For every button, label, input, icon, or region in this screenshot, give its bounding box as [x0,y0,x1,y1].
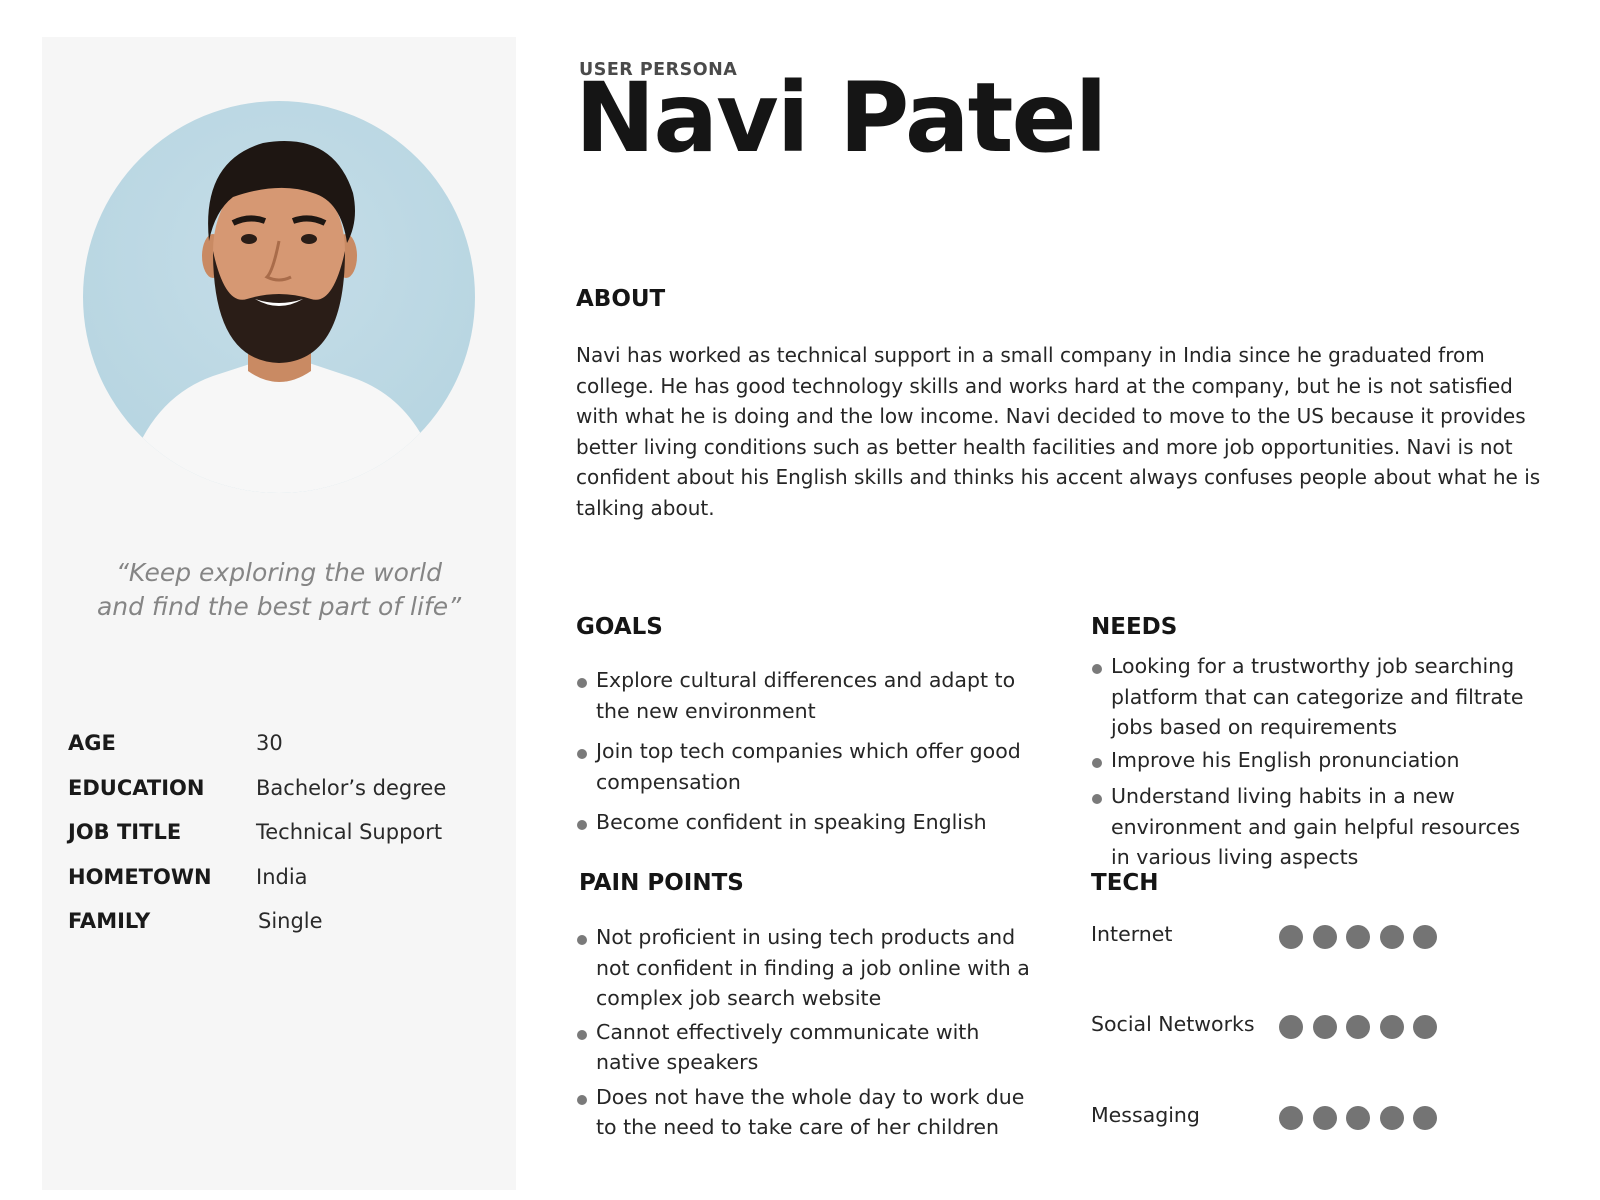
person-portrait-icon [123,141,443,493]
fact-value: 30 [256,731,283,755]
list-item: Understand living habits in a new enviro… [1091,781,1541,873]
rating-dot [1279,1106,1303,1130]
persona-facts: AGE 30 EDUCATION Bachelor’s degree JOB T… [68,731,498,954]
persona-page: “Keep exploring the world and find the b… [0,0,1600,1200]
tech-label: Social Networks [1091,1012,1255,1036]
tech-label: Messaging [1091,1103,1200,1127]
list-item: Explore cultural differences and adapt t… [576,665,1036,726]
list-item: Join top tech companies which offer good… [576,736,1036,797]
rating-dot [1413,1106,1437,1130]
persona-quote: “Keep exploring the world and find the b… [96,558,462,621]
rating-dot [1379,1106,1404,1130]
rating-dot [1279,925,1303,949]
fact-hometown: HOMETOWN India [68,865,498,910]
fact-age: AGE 30 [68,731,498,776]
list-item: Cannot effectively communicate with nati… [576,1017,1038,1078]
about-text: Navi has worked as technical support in … [576,343,1541,520]
pain-points-title: PAIN POINTS [579,870,744,896]
fact-job-title: JOB TITLE Technical Support [68,820,498,865]
rating-dot [1279,1015,1303,1039]
fact-value: India [256,864,308,889]
goals-list: Explore cultural differences and adapt t… [576,665,1036,838]
pain-points-list: Not proficient in using tech products an… [576,922,1038,1143]
tech-title: TECH [1091,870,1159,896]
rating-dot [1312,925,1337,949]
persona-sidebar: “Keep exploring the world and find the b… [42,37,516,1190]
tech-label: Internet [1091,922,1173,946]
list-item: Improve his English pronunciation [1091,745,1541,776]
list-item: Does not have the whole day to work due … [576,1082,1038,1143]
fact-label: HOMETOWN [68,864,212,889]
needs-list: Looking for a trustworthy job searching … [1091,651,1541,873]
rating-dot [1379,1015,1404,1039]
fact-education: EDUCATION Bachelor’s degree [68,776,498,821]
goals-title: GOALS [576,614,663,640]
rating-dot [1346,1106,1370,1130]
rating-dot [1413,925,1437,949]
tech-rating [1279,1106,1447,1130]
needs-title: NEEDS [1091,614,1178,640]
rating-dot [1346,925,1370,949]
fact-label: EDUCATION [68,775,205,800]
fact-value: Single [258,909,323,933]
fact-label: FAMILY [68,909,151,933]
tech-row-social-networks: Social Networks [1091,1012,1491,1042]
tech-rating [1279,925,1447,949]
page-title: Navi Patel [575,62,1107,174]
avatar [83,101,475,493]
rating-dot [1413,1015,1437,1039]
list-item: Become confident in speaking English [576,807,1036,838]
list-item: Not proficient in using tech products an… [576,922,1038,1014]
about-title: ABOUT [576,286,666,312]
tech-row-internet: Internet [1091,922,1491,952]
rating-dot [1312,1015,1337,1039]
fact-label: AGE [68,731,116,755]
list-item: Looking for a trustworthy job searching … [1091,651,1541,743]
tech-row-messaging: Messaging [1091,1103,1491,1133]
fact-value: Bachelor’s degree [256,775,447,800]
fact-value: Technical Support [256,820,443,844]
tech-rating [1279,1015,1447,1039]
fact-family: FAMILY Single [68,909,498,954]
rating-dot [1346,1015,1370,1039]
rating-dot [1379,925,1404,949]
rating-dot [1312,1106,1337,1130]
fact-label: JOB TITLE [68,820,182,844]
